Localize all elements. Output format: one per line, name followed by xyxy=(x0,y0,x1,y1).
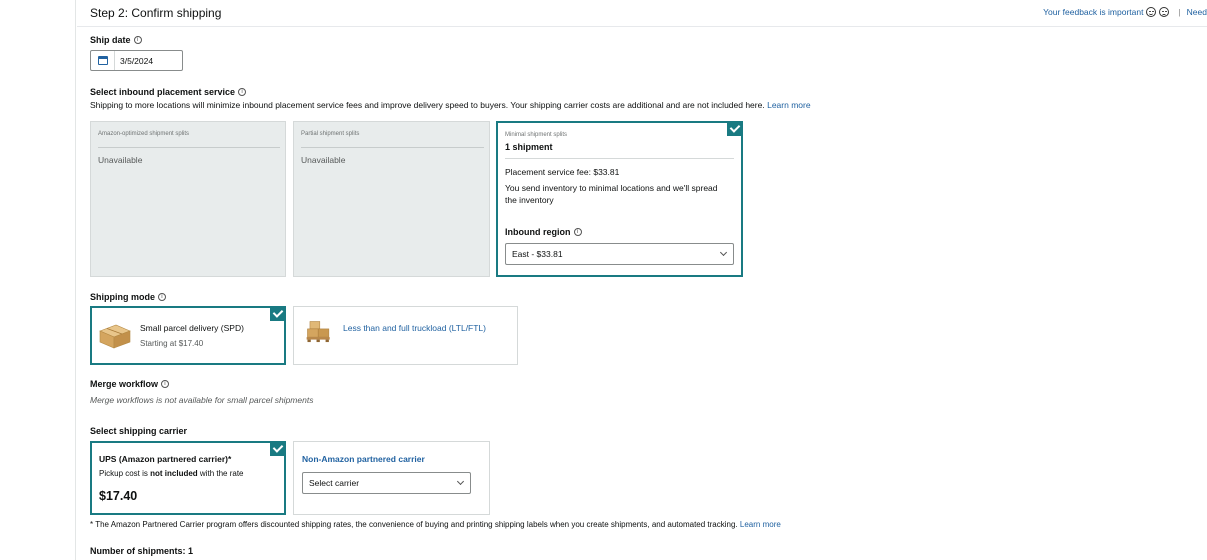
chevron-down-icon xyxy=(456,477,465,486)
info-icon[interactable]: i xyxy=(158,293,166,301)
option-explanation: You send inventory to minimal locations … xyxy=(505,183,718,205)
shipping-mode-label: Shipping mode i xyxy=(90,292,166,302)
carrier-label: Select shipping carrier xyxy=(90,426,187,436)
calendar-icon[interactable] xyxy=(91,51,115,70)
ship-date-input[interactable]: 3/5/2024 xyxy=(90,50,183,71)
inbound-region-select[interactable]: East - $33.81 xyxy=(505,243,734,265)
divider xyxy=(98,147,280,148)
spd-subtitle: Starting at $17.40 xyxy=(140,339,204,348)
pallet-boxes-icon xyxy=(306,321,330,343)
ltl-title: Less than and full truckload (LTL/FTL) xyxy=(343,323,486,333)
carrier-footnote-text: * The Amazon Partnered Carrier program o… xyxy=(90,520,738,529)
checkmark-icon xyxy=(270,441,286,456)
placement-description: Shipping to more locations will minimize… xyxy=(90,100,811,110)
ship-date-label: Ship date i xyxy=(90,35,142,45)
carrier-select-value: Select carrier xyxy=(309,478,360,488)
non-amazon-carrier-card[interactable]: Non-Amazon partnered carrier Select carr… xyxy=(293,441,490,515)
divider xyxy=(301,147,484,148)
checkmark-icon xyxy=(727,121,743,136)
ups-subtitle: Pickup cost is not included with the rat… xyxy=(99,469,244,478)
ltl-option-card[interactable]: Less than and full truckload (LTL/FTL) xyxy=(293,306,518,365)
learn-more-link[interactable]: Learn more xyxy=(740,520,781,529)
carrier-select[interactable]: Select carrier xyxy=(302,472,471,494)
shipment-count: 1 shipment xyxy=(505,142,553,152)
partial-splits-card: Partial shipment splits Unavailable xyxy=(293,121,490,277)
feedback-link[interactable]: Your feedback is important xyxy=(1043,7,1143,17)
learn-more-link[interactable]: Learn more xyxy=(767,100,810,110)
spd-option-card[interactable]: Small parcel delivery (SPD) Starting at … xyxy=(90,306,286,365)
placement-label: Select inbound placement service i xyxy=(90,87,247,97)
merge-workflow-label: Merge workflow i xyxy=(90,379,170,389)
ship-date-label-text: Ship date xyxy=(90,35,131,45)
step-header: Step 2: Confirm shipping Your feedback i… xyxy=(77,0,1207,27)
ship-date-value: 3/5/2024 xyxy=(120,55,154,66)
feedback-area: Your feedback is important | Need xyxy=(1043,7,1207,17)
ups-carrier-card[interactable]: UPS (Amazon partnered carrier)* Pickup c… xyxy=(90,441,286,515)
parcel-box-icon xyxy=(99,324,131,349)
inbound-region-value: East - $33.81 xyxy=(512,249,563,259)
amazon-optimized-splits-card: Amazon-optimized shipment splits Unavail… xyxy=(90,121,286,277)
spd-title: Small parcel delivery (SPD) xyxy=(140,323,244,333)
shipping-mode-label-text: Shipping mode xyxy=(90,292,155,302)
minimal-splits-card[interactable]: Minimal shipment splits 1 shipment Place… xyxy=(496,121,743,277)
step-title: Step 2: Confirm shipping xyxy=(90,6,222,20)
ups-title: UPS (Amazon partnered carrier)* xyxy=(99,454,232,464)
number-of-shipments: Number of shipments: 1 xyxy=(90,546,194,556)
option-title: Minimal shipment splits xyxy=(505,132,568,138)
carrier-footnote: * The Amazon Partnered Carrier program o… xyxy=(90,520,781,529)
inbound-region-label: Inbound region i xyxy=(505,227,582,237)
need-help-link[interactable]: Need xyxy=(1187,7,1207,17)
sad-face-icon[interactable] xyxy=(1159,7,1170,17)
option-title: Partial shipment splits xyxy=(301,131,360,137)
placement-fee: Placement service fee: $33.81 xyxy=(505,167,620,177)
placement-label-text: Select inbound placement service xyxy=(90,87,236,97)
ups-subtitle-start: Pickup cost is xyxy=(99,469,151,478)
info-icon[interactable]: i xyxy=(133,36,142,44)
inbound-region-label-text: Inbound region xyxy=(505,227,571,237)
option-title: Amazon-optimized shipment splits xyxy=(98,131,190,137)
option-status: Unavailable xyxy=(301,155,346,165)
info-icon[interactable]: i xyxy=(238,88,247,96)
merge-workflow-label-text: Merge workflow xyxy=(90,379,159,389)
chevron-down-icon xyxy=(719,248,728,257)
checkmark-icon xyxy=(270,306,286,321)
merge-note: Merge workflows is not available for sma… xyxy=(90,395,314,405)
placement-description-text: Shipping to more locations will minimize… xyxy=(90,100,765,110)
info-icon[interactable]: i xyxy=(573,228,582,236)
left-gutter xyxy=(0,0,76,560)
divider xyxy=(505,158,734,159)
non-amazon-title: Non-Amazon partnered carrier xyxy=(302,454,425,464)
separator: | xyxy=(1178,7,1181,17)
carrier-label-text: Select shipping carrier xyxy=(90,426,188,436)
option-status: Unavailable xyxy=(98,155,143,165)
info-icon[interactable]: i xyxy=(161,380,170,388)
ups-price: $17.40 xyxy=(99,489,138,503)
ups-subtitle-bold: not included xyxy=(150,469,198,478)
ups-subtitle-end: with the rate xyxy=(197,469,244,478)
happy-face-icon[interactable] xyxy=(1146,7,1157,17)
